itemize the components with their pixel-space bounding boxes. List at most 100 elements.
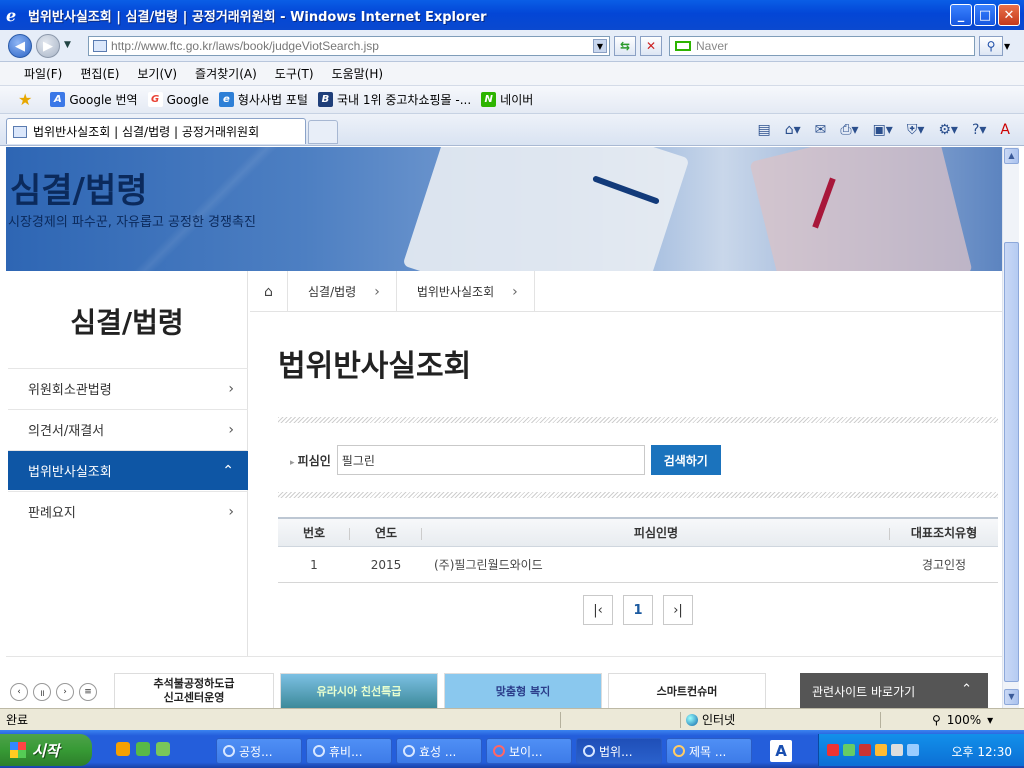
quick-launch-icon[interactable] bbox=[156, 742, 170, 756]
quick-launch-icon[interactable] bbox=[136, 742, 150, 756]
history-dropdown-icon[interactable]: ▼ bbox=[64, 40, 71, 50]
banner-eurasia-express[interactable]: 유라시아 친선특급 bbox=[280, 673, 438, 708]
home-icon[interactable]: ⌂ bbox=[250, 271, 288, 312]
banner-title: 심결/법령 bbox=[10, 171, 148, 211]
cell-respondent[interactable]: (주)필그린월드와이드 bbox=[422, 547, 890, 582]
close-button[interactable]: ✕ bbox=[998, 4, 1020, 26]
menu-favorites[interactable]: 즐겨찾기(A) bbox=[195, 65, 257, 82]
search-input[interactable]: Naver bbox=[669, 36, 975, 56]
prev-banner-button[interactable]: ‹ bbox=[10, 683, 28, 701]
address-input[interactable]: http://www.ftc.go.kr/laws/book/judgeViot… bbox=[88, 36, 610, 56]
fav-item-criminal-justice-portal[interactable]: e 형사사법 포털 bbox=[218, 91, 308, 108]
menu-edit[interactable]: 편집(E) bbox=[80, 65, 119, 82]
last-page-button[interactable]: ›| bbox=[663, 595, 693, 625]
sidebar-item-precedents[interactable]: 판례요지 › bbox=[8, 491, 248, 531]
task-item[interactable]: 휴비... bbox=[306, 738, 392, 764]
new-tab-button[interactable] bbox=[308, 120, 338, 144]
tray-icon[interactable] bbox=[875, 744, 887, 756]
tray-icon[interactable] bbox=[859, 744, 871, 756]
scroll-down-button[interactable]: ▼ bbox=[1004, 689, 1019, 705]
maximize-button[interactable]: □ bbox=[974, 4, 996, 26]
menu-file[interactable]: 파일(F) bbox=[24, 65, 62, 82]
page-icon bbox=[93, 40, 107, 52]
quick-launch-icon[interactable] bbox=[116, 742, 130, 756]
tools-gear-icon[interactable]: ⚙▾ bbox=[938, 122, 958, 138]
system-tray: 오후 12:30 bbox=[818, 734, 1024, 766]
security-zone[interactable]: 인터넷 bbox=[686, 711, 735, 728]
respondent-search-input[interactable] bbox=[336, 445, 645, 475]
col-year: 연도 bbox=[350, 519, 422, 546]
taskbar: 시작 공정... 휴비... 효성 ... 보이... 법위... 제목 ...… bbox=[0, 730, 1024, 768]
stop-button[interactable]: ✕ bbox=[640, 36, 662, 56]
back-button[interactable]: ◀ bbox=[8, 34, 32, 58]
cell-action-type: 경고인정 bbox=[921, 558, 967, 572]
pause-banner-button[interactable]: ॥ bbox=[33, 683, 51, 701]
menu-tools[interactable]: 도구(T) bbox=[275, 65, 314, 82]
table-row[interactable]: 1 2015 (주)필그린월드와이드 경고인정 bbox=[278, 547, 998, 583]
banner-smart-consumer[interactable]: 스마트컨슈머 bbox=[608, 673, 766, 708]
menu-help[interactable]: 도움말(H) bbox=[332, 65, 384, 82]
banner-notebook-image-2 bbox=[749, 147, 973, 271]
task-item[interactable]: 공정... bbox=[216, 738, 302, 764]
zoom-level[interactable]: ⚲ 100% ▾ bbox=[932, 713, 993, 727]
page-menu-icon[interactable]: ▣▾ bbox=[873, 122, 893, 138]
fav-item-google-translate[interactable]: A Google 번역 bbox=[50, 91, 138, 108]
tray-icon[interactable] bbox=[843, 744, 855, 756]
fav-item-used-car-mall[interactable]: B 국내 1위 중고차쇼핑몰 -... bbox=[317, 91, 471, 108]
next-banner-button[interactable]: › bbox=[56, 683, 74, 701]
chevron-right-icon: › bbox=[512, 283, 518, 300]
mail-icon[interactable]: ✉ bbox=[815, 122, 827, 138]
divider bbox=[278, 492, 998, 498]
minimize-button[interactable]: _ bbox=[950, 4, 972, 26]
search-button[interactable]: ⚲ bbox=[979, 36, 1003, 56]
tray-icon[interactable] bbox=[827, 744, 839, 756]
scroll-thumb[interactable] bbox=[1004, 242, 1019, 682]
sidebar-item-violation-search[interactable]: 법위반사실조회 ⌃ bbox=[8, 450, 248, 490]
acrobat-icon[interactable]: A bbox=[1000, 122, 1010, 138]
breadcrumb-item-laws[interactable]: 심결/법령 › bbox=[288, 271, 397, 312]
menu-view[interactable]: 보기(V) bbox=[137, 65, 177, 82]
banner-custom-welfare[interactable]: 맞춤형 복지 bbox=[444, 673, 602, 708]
scroll-up-button[interactable]: ▲ bbox=[1004, 148, 1019, 164]
banner-chuseok-subcontract[interactable]: 추석불공정하도급 신고센터운영 bbox=[114, 673, 274, 708]
divider bbox=[278, 417, 998, 423]
status-text: 완료 bbox=[6, 713, 29, 727]
refresh-button[interactable]: ⇆ bbox=[614, 36, 636, 56]
task-item[interactable]: 보이... bbox=[486, 738, 572, 764]
task-item-active[interactable]: 법위... bbox=[576, 738, 662, 764]
task-item[interactable]: 제목 ... bbox=[666, 738, 752, 764]
address-dropdown-icon[interactable]: ▼ bbox=[593, 39, 607, 53]
home-icon[interactable]: ⌂▾ bbox=[785, 122, 801, 138]
language-indicator[interactable]: A bbox=[770, 740, 792, 762]
tray-icon[interactable] bbox=[891, 744, 903, 756]
col-action-type: 대표조치유형 bbox=[910, 526, 978, 540]
sidebar-item-opinions[interactable]: 의견서/재결서 › bbox=[8, 409, 248, 449]
windows-logo-icon bbox=[10, 742, 26, 758]
vertical-scrollbar[interactable]: ▲ ▼ bbox=[1002, 147, 1019, 708]
favorites-star-icon[interactable]: ★ bbox=[18, 90, 32, 109]
title-bar[interactable]: ℯ 법위반사실조회 | 심결/법령 | 공정거래위원회 - Windows In… bbox=[0, 0, 1024, 30]
fav-item-naver[interactable]: N 네이버 bbox=[481, 91, 533, 108]
page-title: 법위반사실조회 bbox=[278, 349, 472, 384]
help-icon[interactable]: ?▾ bbox=[972, 122, 986, 138]
search-options-dropdown-icon[interactable]: ▼ bbox=[1004, 42, 1010, 51]
chevron-right-icon: › bbox=[228, 381, 234, 397]
search-submit-button[interactable]: 검색하기 bbox=[650, 445, 721, 475]
breadcrumb-item-violation-search[interactable]: 법위반사실조회 › bbox=[397, 271, 535, 312]
all-banners-button[interactable]: ≡ bbox=[79, 683, 97, 701]
menu-bar: 파일(F) 편집(E) 보기(V) 즐겨찾기(A) 도구(T) 도움말(H) bbox=[0, 62, 1024, 86]
related-sites-button[interactable]: 관련사이트 바로가기 ⌃ bbox=[800, 673, 988, 708]
tab-current[interactable]: 법위반사실조회 | 심결/법령 | 공정거래위원회 bbox=[6, 118, 306, 144]
page-number-current[interactable]: 1 bbox=[623, 595, 653, 625]
first-page-button[interactable]: |‹ bbox=[583, 595, 613, 625]
feeds-icon[interactable]: ▤ bbox=[757, 122, 770, 138]
sidebar-item-laws[interactable]: 위원회소관법령 › bbox=[8, 368, 248, 408]
tray-icon[interactable] bbox=[907, 744, 919, 756]
safety-icon[interactable]: ⛨▾ bbox=[907, 122, 925, 138]
fav-item-google[interactable]: G Google bbox=[147, 92, 209, 107]
print-icon[interactable]: ⎙▾ bbox=[840, 122, 858, 138]
forward-button[interactable]: ▶ bbox=[36, 34, 60, 58]
ie-window: ℯ 법위반사실조회 | 심결/법령 | 공정거래위원회 - Windows In… bbox=[0, 0, 1024, 768]
start-button[interactable]: 시작 bbox=[0, 734, 92, 766]
task-item[interactable]: 효성 ... bbox=[396, 738, 482, 764]
